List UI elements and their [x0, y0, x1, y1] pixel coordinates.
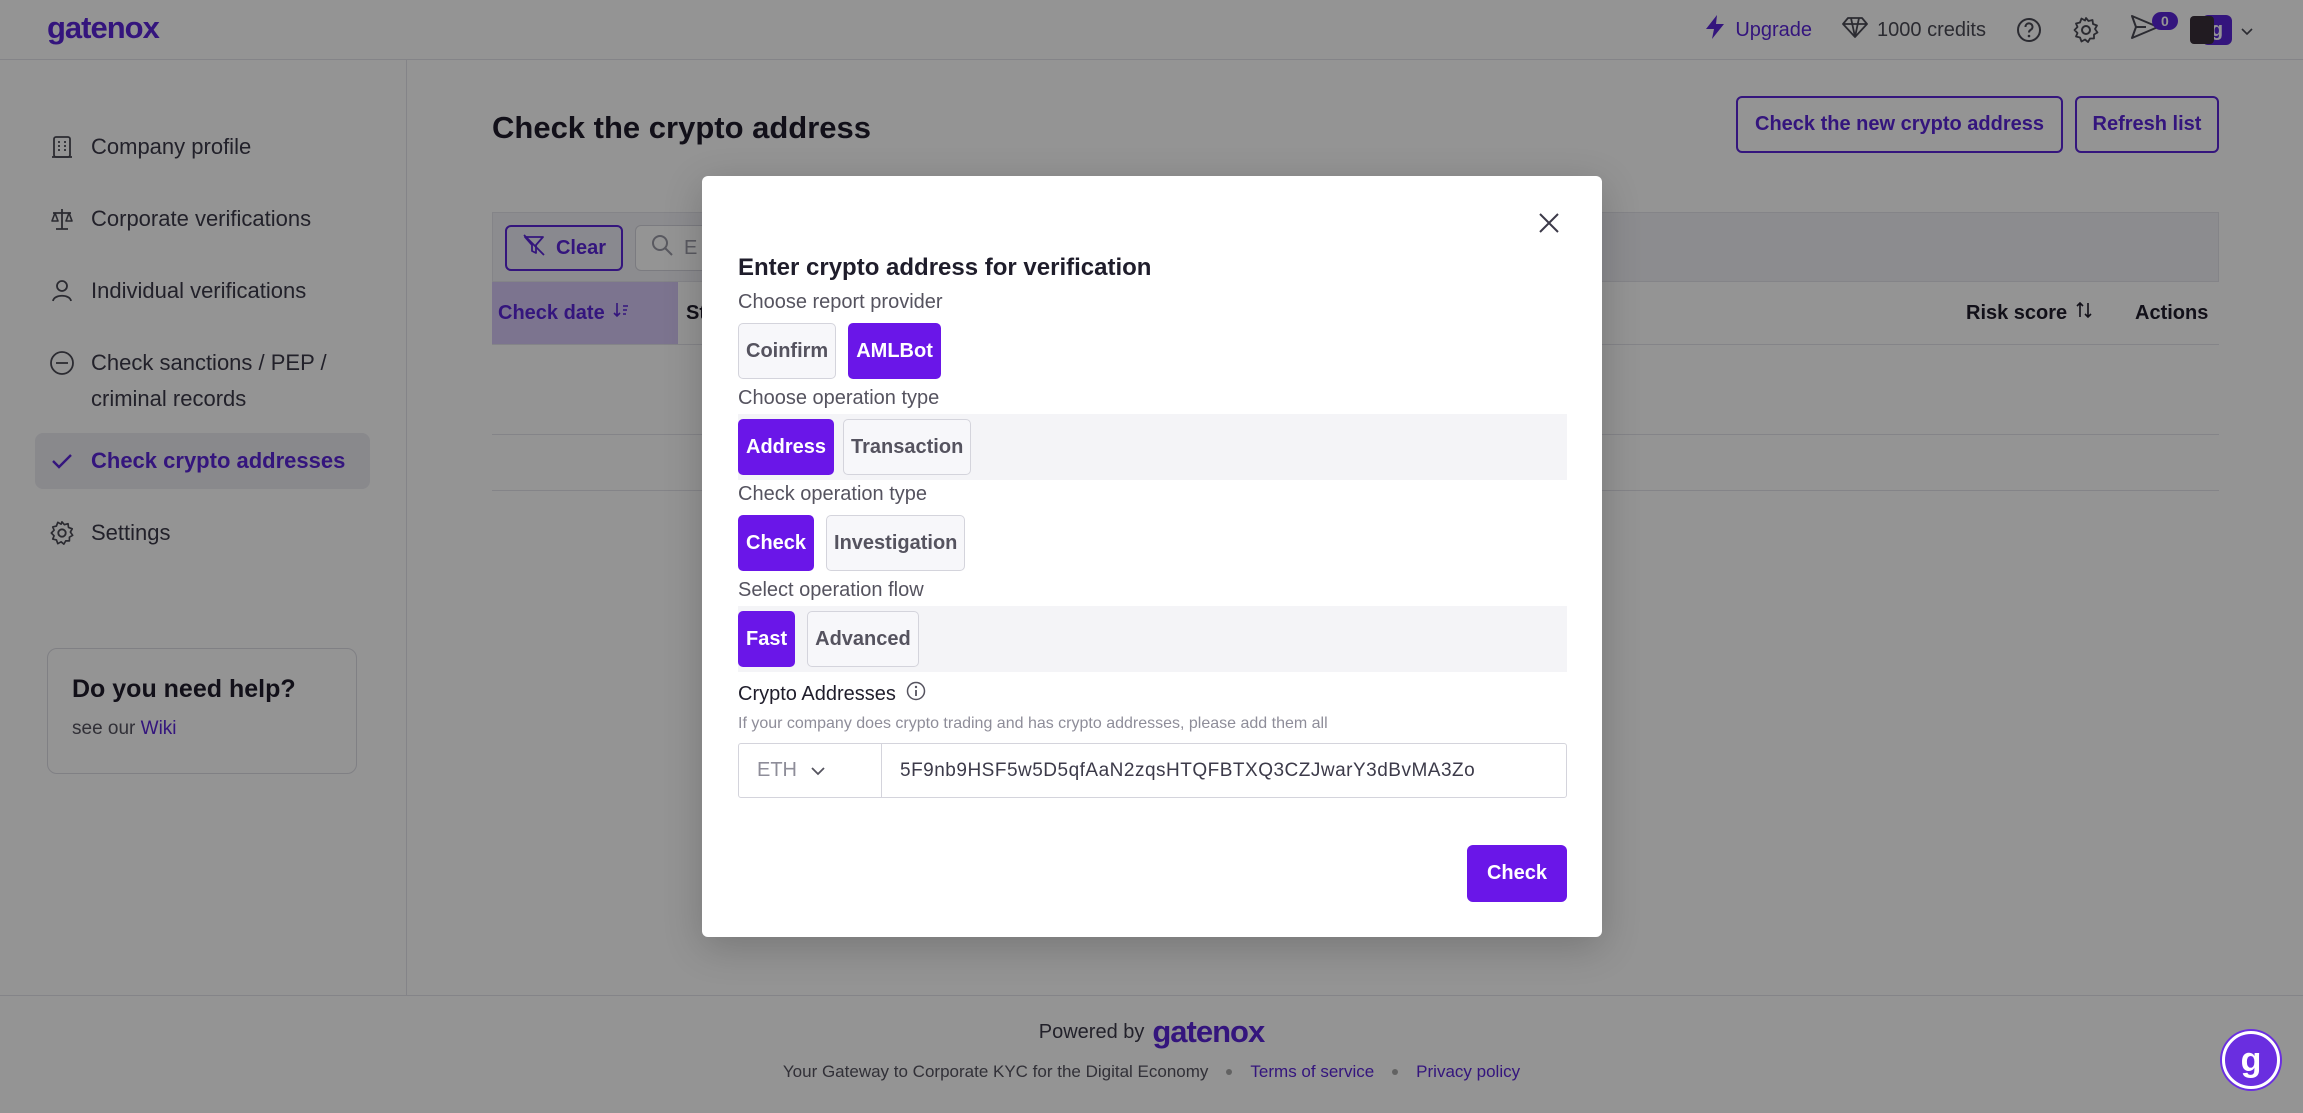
crypto-address-input[interactable]: 5F9nb9HSF5w5D5qfAaN2zqsHTQFBTXQ3CZJwarY3… — [882, 744, 1566, 797]
currency-select[interactable]: ETH — [739, 744, 882, 797]
info-icon[interactable] — [906, 681, 926, 707]
crypto-addresses-label-text: Crypto Addresses — [738, 682, 896, 705]
crypto-addresses-hint: If your company does crypto trading and … — [738, 715, 1328, 732]
check-type-check[interactable]: Check — [738, 515, 815, 571]
check-type-selector: Check Investigation — [738, 510, 966, 576]
provider-amlbot[interactable]: AMLBot — [848, 323, 941, 379]
modal-title: Enter crypto address for verification — [738, 254, 1152, 281]
close-icon[interactable] — [1534, 208, 1564, 238]
provider-selector: Coinfirm AMLBot — [738, 318, 941, 384]
flow-selector: Fast Advanced — [738, 606, 1567, 672]
check-type-investigation[interactable]: Investigation — [826, 515, 966, 571]
chat-launcher-button[interactable]: g — [2222, 1031, 2280, 1089]
crypto-addresses-label: Crypto Addresses — [738, 681, 926, 707]
crypto-check-modal: Enter crypto address for verification Ch… — [702, 176, 1602, 937]
chevron-down-icon — [811, 759, 825, 782]
check-type-label: Check operation type — [738, 483, 928, 505]
currency-value: ETH — [757, 759, 797, 781]
flow-label: Select operation flow — [738, 579, 924, 601]
operation-type-selector: Address Transaction — [738, 414, 1567, 480]
check-submit-button[interactable]: Check — [1467, 845, 1567, 902]
operation-type-address[interactable]: Address — [738, 419, 835, 475]
flow-fast[interactable]: Fast — [738, 611, 796, 667]
operation-type-label: Choose operation type — [738, 387, 940, 409]
operation-type-transaction[interactable]: Transaction — [843, 419, 972, 475]
crypto-address-field: ETH 5F9nb9HSF5w5D5qfAaN2zqsHTQFBTXQ3CZJw… — [738, 743, 1567, 798]
provider-coinfirm[interactable]: Coinfirm — [738, 323, 837, 379]
flow-advanced[interactable]: Advanced — [807, 611, 919, 667]
provider-label: Choose report provider — [738, 291, 943, 313]
